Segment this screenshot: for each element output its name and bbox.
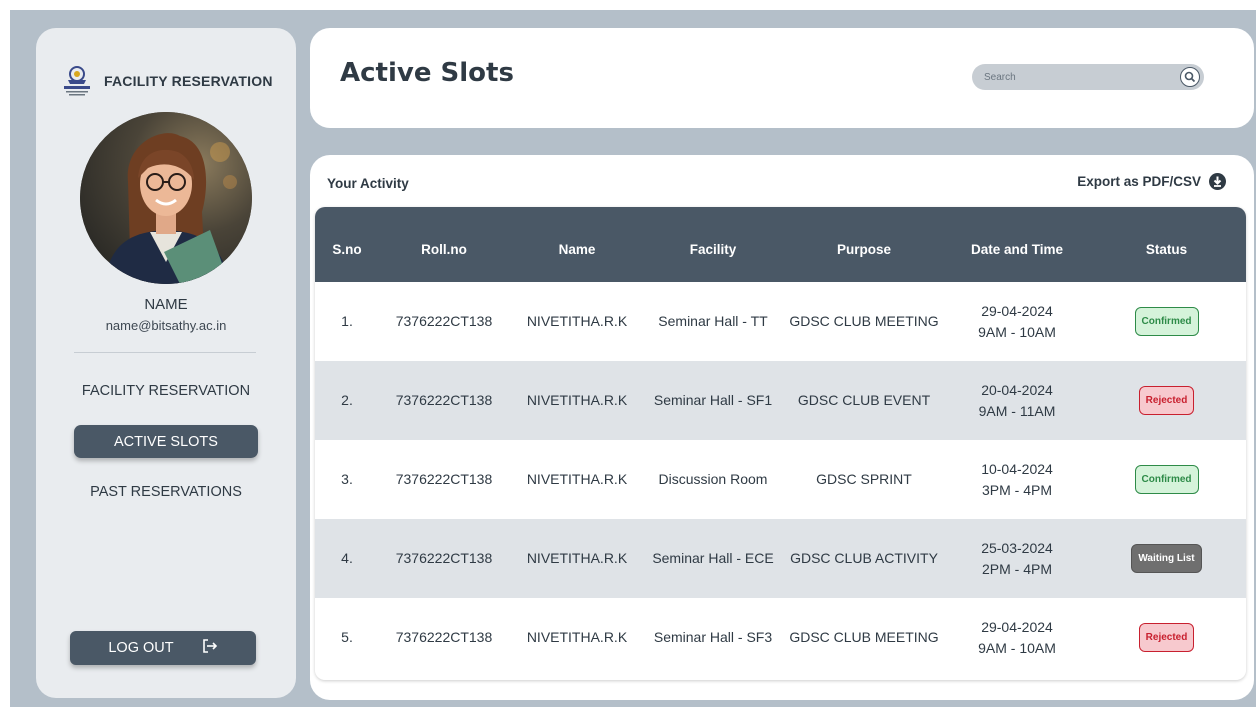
cell-facility: Seminar Hall - ECE — [652, 550, 774, 566]
table-row[interactable]: 4. 7376222CT138 NIVETITHA.R.K Seminar Ha… — [315, 519, 1246, 598]
cell-purpose: GDSC CLUB MEETING — [789, 629, 939, 645]
cell-time: 9AM - 10AM — [978, 323, 1056, 340]
status-badge: Confirmed — [1134, 307, 1199, 336]
cell-date: 29-04-2024 — [981, 618, 1053, 635]
cell-name: NIVETITHA.R.K — [526, 471, 628, 487]
cell-date: 10-04-2024 — [981, 460, 1053, 477]
cell-roll: 7376222CT138 — [395, 629, 493, 645]
cell-time: 9AM - 10AM — [978, 639, 1056, 656]
cell-datetime: 29-04-2024 9AM - 10AM — [947, 282, 1087, 361]
logout-icon — [202, 639, 218, 657]
section-title: Your Activity — [327, 176, 409, 191]
cell-name: NIVETITHA.R.K — [526, 392, 628, 408]
column-header: S.no — [332, 242, 362, 257]
cell-datetime: 29-04-2024 9AM - 10AM — [947, 598, 1087, 677]
activity-table: S.no Roll.no Name Facility Purpose Date … — [315, 207, 1246, 680]
activity-panel: Your Activity Export as PDF/CSV S.no Rol… — [310, 155, 1254, 700]
cell-datetime: 10-04-2024 3PM - 4PM — [947, 440, 1087, 519]
cell-name: NIVETITHA.R.K — [526, 550, 628, 566]
cell-sno: 5. — [341, 629, 353, 645]
cell-name: NIVETITHA.R.K — [526, 629, 628, 645]
page-header: Active Slots — [310, 28, 1254, 128]
cell-status: Rejected — [1087, 361, 1246, 440]
cell-sno: 4. — [341, 550, 353, 566]
sidebar: FACILITY RESERVATION NAME name@bitsathy.… — [36, 28, 296, 698]
cell-status: Confirmed — [1087, 440, 1246, 519]
table-row[interactable]: 2. 7376222CT138 NIVETITHA.R.K Seminar Ha… — [315, 361, 1246, 440]
brand: FACILITY RESERVATION — [58, 64, 273, 98]
profile-email: name@bitsathy.ac.in — [105, 318, 227, 333]
column-header: Purpose — [836, 242, 891, 257]
column-header: Roll.no — [421, 242, 467, 257]
search-bar — [972, 64, 1204, 90]
avatar — [80, 112, 252, 284]
column-header: Name — [558, 242, 596, 257]
cell-purpose: GDSC CLUB ACTIVITY — [790, 550, 938, 566]
search-icon[interactable] — [1180, 67, 1200, 87]
cell-time: 3PM - 4PM — [981, 481, 1052, 498]
logout-label: LOG OUT — [108, 640, 174, 656]
cell-purpose: GDSC CLUB EVENT — [797, 392, 931, 408]
column-header: Date and Time — [970, 242, 1064, 257]
sidebar-item-facility-reservation[interactable]: FACILITY RESERVATION — [36, 383, 296, 399]
download-icon — [1209, 173, 1226, 190]
cell-sno: 2. — [341, 392, 353, 408]
status-badge: Waiting List — [1131, 544, 1202, 573]
cell-time: 2PM - 4PM — [981, 560, 1052, 577]
cell-date: 29-04-2024 — [981, 302, 1053, 319]
cell-facility: Seminar Hall - SF1 — [653, 392, 773, 408]
cell-roll: 7376222CT138 — [395, 313, 493, 329]
table-row[interactable]: 5. 7376222CT138 NIVETITHA.R.K Seminar Ha… — [315, 598, 1246, 677]
cell-facility: Seminar Hall - TT — [658, 313, 768, 329]
status-badge: Rejected — [1138, 623, 1195, 652]
search-input[interactable] — [984, 68, 1164, 86]
column-header: Status — [1145, 242, 1188, 257]
export-button[interactable]: Export as PDF/CSV — [1077, 173, 1226, 190]
status-badge: Rejected — [1138, 386, 1195, 415]
table-row[interactable]: 1. 7376222CT138 NIVETITHA.R.K Seminar Ha… — [315, 282, 1246, 361]
cell-roll: 7376222CT138 — [395, 471, 493, 487]
cell-datetime: 25-03-2024 2PM - 4PM — [947, 519, 1087, 598]
logout-button[interactable]: LOG OUT — [70, 631, 256, 665]
profile-name: NAME — [144, 296, 188, 313]
cell-status: Rejected — [1087, 598, 1246, 677]
cell-purpose: GDSC SPRINT — [816, 471, 912, 487]
brand-title: FACILITY RESERVATION — [104, 73, 273, 89]
export-label: Export as PDF/CSV — [1077, 174, 1201, 189]
cell-date: 25-03-2024 — [981, 539, 1053, 556]
cell-date: 20-04-2024 — [981, 381, 1053, 398]
cell-time: 9AM - 11AM — [978, 402, 1056, 419]
cell-name: NIVETITHA.R.K — [526, 313, 628, 329]
cell-roll: 7376222CT138 — [395, 550, 493, 566]
column-header: Facility — [689, 242, 737, 257]
cell-facility: Seminar Hall - SF3 — [653, 629, 773, 645]
college-logo-icon — [58, 64, 96, 98]
status-badge: Confirmed — [1134, 465, 1199, 494]
page-title: Active Slots — [340, 58, 514, 88]
sidebar-item-past-reservations[interactable]: PAST RESERVATIONS — [36, 484, 296, 500]
cell-datetime: 20-04-2024 9AM - 11AM — [947, 361, 1087, 440]
cell-status: Confirmed — [1087, 282, 1246, 361]
cell-purpose: GDSC CLUB MEETING — [789, 313, 939, 329]
sidebar-item-active-slots[interactable]: ACTIVE SLOTS — [74, 425, 258, 458]
table-row[interactable]: 3. 7376222CT138 NIVETITHA.R.K Discussion… — [315, 440, 1246, 519]
cell-roll: 7376222CT138 — [395, 392, 493, 408]
sidebar-divider — [74, 352, 256, 353]
cell-sno: 3. — [341, 471, 353, 487]
cell-facility: Discussion Room — [658, 471, 768, 487]
cell-status: Waiting List — [1087, 519, 1246, 598]
table-header-row: S.no Roll.no Name Facility Purpose Date … — [315, 207, 1246, 282]
cell-sno: 1. — [341, 313, 353, 329]
